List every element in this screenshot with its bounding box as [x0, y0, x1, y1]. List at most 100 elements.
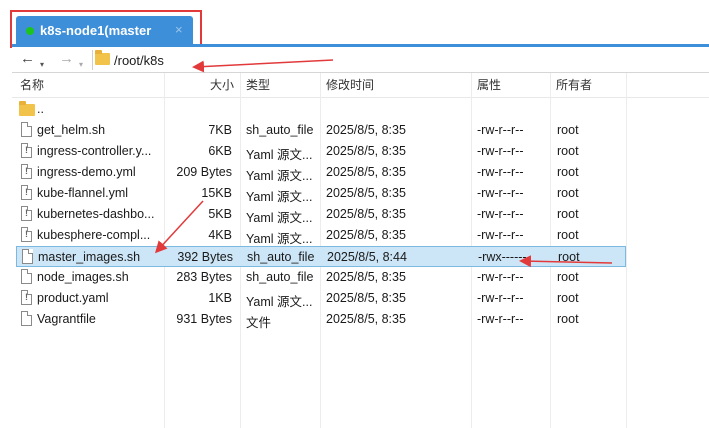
file-permissions: -rw-r--r--	[477, 291, 524, 305]
file-name: kube-flannel.yml	[37, 186, 129, 200]
file-modified-time: 2025/8/5, 8:35	[326, 270, 406, 284]
file-owner: root	[557, 186, 579, 200]
file-row[interactable]: master_images.sh 392 Bytes sh_auto_file 202…	[16, 246, 626, 267]
file-modified-time: 2025/8/5, 8:35	[326, 165, 406, 179]
column-header-owner[interactable]: 所有者	[556, 73, 592, 97]
file-name: ..	[37, 102, 44, 116]
file-size: 392 Bytes	[177, 250, 233, 264]
file-owner: root	[557, 165, 579, 179]
column-divider[interactable]	[626, 73, 627, 428]
file-permissions: -rw-r--r--	[477, 123, 524, 137]
file-row[interactable]: Vagrantfile 931 Bytes 文件 2025/8/5, 8:35 -rw-…	[16, 309, 626, 330]
file-modified-time: 2025/8/5, 8:35	[326, 207, 406, 221]
file-name: master_images.sh	[38, 250, 141, 264]
file-icon	[21, 311, 32, 326]
file-type: Yaml 源文...	[246, 211, 313, 225]
file-modified-time: 2025/8/5, 8:35	[326, 312, 406, 326]
file-type: 文件	[246, 316, 272, 330]
file-icon	[21, 269, 32, 284]
file-modified-time: 2025/8/5, 8:35	[326, 228, 406, 242]
file-owner: root	[558, 250, 580, 264]
column-header-type[interactable]: 类型	[246, 73, 270, 97]
file-name: kubernetes-dashbo...	[37, 207, 155, 221]
column-header-name[interactable]: 名称	[20, 73, 44, 97]
file-name: node_images.sh	[37, 270, 129, 284]
file-name: get_helm.sh	[37, 123, 106, 137]
file-modified-time: 2025/8/5, 8:35	[326, 144, 406, 158]
file-size: 6KB	[208, 144, 232, 158]
sftp-file-browser: k8s-node1(master × ← ▾ → ▾ /root/k8s 名称 …	[0, 0, 709, 428]
file-list: 名称 大小 类型 修改时间 属性 所有者 .. get_helm.sh 7KB sh_…	[12, 73, 709, 428]
parent-directory-row[interactable]: ..	[16, 99, 626, 120]
back-arrow-icon[interactable]: ←	[20, 50, 35, 70]
file-type: Yaml 源文...	[246, 295, 313, 309]
column-header-size[interactable]: 大小	[210, 73, 234, 97]
file-modified-time: 2025/8/5, 8:35	[326, 291, 406, 305]
file-size: 283 Bytes	[176, 270, 232, 284]
file-row[interactable]: kubernetes-dashbo... 5KB Yaml 源文... 2025/8/…	[16, 204, 626, 225]
file-modified-time: 2025/8/5, 8:44	[327, 250, 407, 264]
file-permissions: -rw-r--r--	[477, 207, 524, 221]
file-owner: root	[557, 312, 579, 326]
navigation-toolbar: ← ▾ → ▾ /root/k8s	[12, 47, 709, 73]
yaml-file-icon	[21, 290, 32, 305]
yaml-file-icon	[21, 164, 32, 179]
file-permissions: -rw-r--r--	[477, 228, 524, 242]
file-name: ingress-demo.yml	[37, 165, 136, 179]
file-size: 15KB	[201, 186, 232, 200]
file-permissions: -rw-r--r--	[477, 270, 524, 284]
file-owner: root	[557, 144, 579, 158]
file-size: 4KB	[208, 228, 232, 242]
header-divider	[12, 97, 709, 98]
file-type: Yaml 源文...	[246, 148, 313, 162]
file-owner: root	[557, 270, 579, 284]
file-name: kubesphere-compl...	[37, 228, 151, 242]
file-owner: root	[557, 207, 579, 221]
forward-arrow-icon[interactable]: →	[59, 50, 74, 70]
yaml-file-icon	[21, 185, 32, 200]
file-type: Yaml 源文...	[246, 232, 313, 246]
file-row[interactable]: ingress-controller.y... 6KB Yaml 源文... 2025…	[16, 141, 626, 162]
file-permissions: -rw-r--r--	[477, 186, 524, 200]
file-owner: root	[557, 228, 579, 242]
file-name: product.yaml	[37, 291, 109, 305]
tab-annotation-box	[10, 10, 202, 48]
yaml-file-icon	[21, 143, 32, 158]
file-name: ingress-controller.y...	[37, 144, 152, 158]
file-permissions: -rw-r--r--	[477, 144, 524, 158]
file-type: Yaml 源文...	[246, 169, 313, 183]
file-row[interactable]: kubesphere-compl... 4KB Yaml 源文... 2025/8/5…	[16, 225, 626, 246]
folder-icon	[19, 101, 35, 116]
file-owner: root	[557, 123, 579, 137]
file-type: sh_auto_file	[247, 250, 315, 264]
path-field[interactable]: /root/k8s	[114, 53, 164, 68]
file-row[interactable]: kube-flannel.yml 15KB Yaml 源文... 2025/8/5, …	[16, 183, 626, 204]
column-header-mtime[interactable]: 修改时间	[326, 73, 374, 97]
column-header-attr[interactable]: 属性	[477, 73, 501, 97]
file-name: Vagrantfile	[37, 312, 96, 326]
file-size: 209 Bytes	[176, 165, 232, 179]
file-size: 7KB	[208, 123, 232, 137]
file-type: sh_auto_file	[246, 123, 314, 137]
file-permissions: -rw-r--r--	[477, 165, 524, 179]
file-modified-time: 2025/8/5, 8:35	[326, 123, 406, 137]
file-size: 1KB	[208, 291, 232, 305]
file-icon	[21, 122, 32, 137]
file-size: 931 Bytes	[176, 312, 232, 326]
path-folder-icon	[95, 50, 110, 65]
file-row[interactable]: product.yaml 1KB Yaml 源文... 2025/8/5, 8:35 -…	[16, 288, 626, 309]
file-size: 5KB	[208, 207, 232, 221]
toolbar-divider	[92, 50, 93, 70]
file-icon	[22, 249, 33, 264]
file-permissions: -rw-r--r--	[477, 312, 524, 326]
yaml-file-icon	[21, 206, 32, 221]
file-type: Yaml 源文...	[246, 190, 313, 204]
tab-strip: k8s-node1(master ×	[0, 0, 709, 48]
file-modified-time: 2025/8/5, 8:35	[326, 186, 406, 200]
file-type: sh_auto_file	[246, 270, 314, 284]
file-row[interactable]: ingress-demo.yml 209 Bytes Yaml 源文... 2025/…	[16, 162, 626, 183]
yaml-file-icon	[21, 227, 32, 242]
file-permissions: -rwx------	[478, 250, 527, 264]
file-row[interactable]: node_images.sh 283 Bytes sh_auto_file 2025/…	[16, 267, 626, 288]
file-row[interactable]: get_helm.sh 7KB sh_auto_file 2025/8/5, 8:35…	[16, 120, 626, 141]
